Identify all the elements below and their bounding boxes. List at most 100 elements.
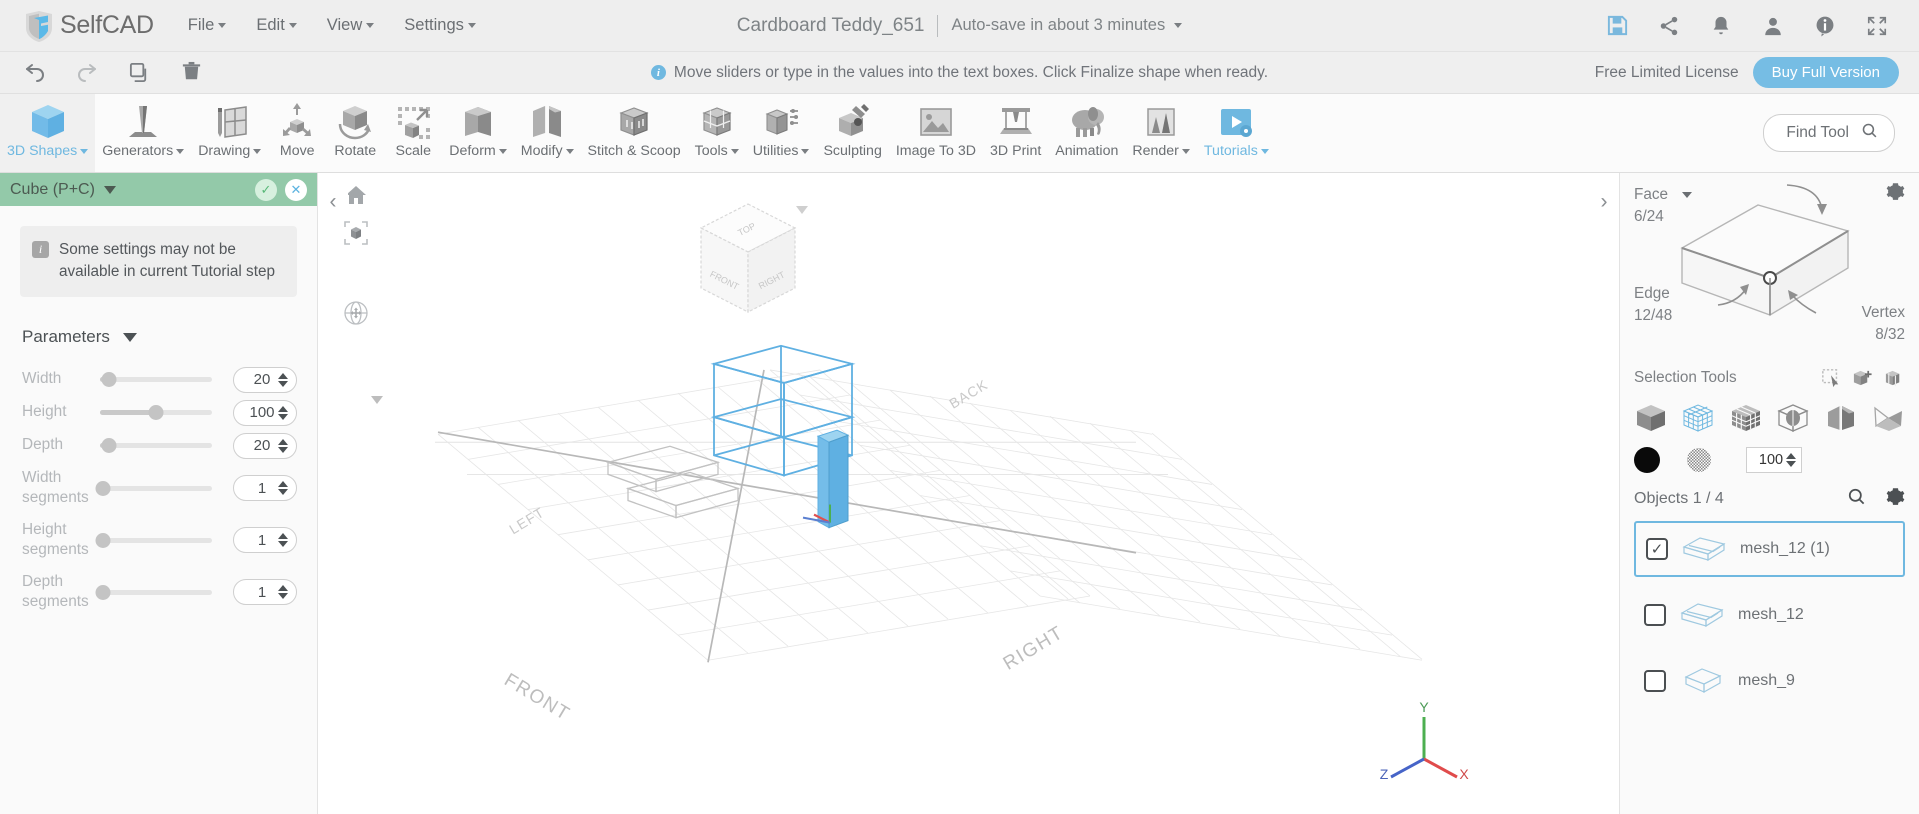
ribbon-tools[interactable]: Tools: [688, 94, 746, 172]
stepper-arrows[interactable]: [278, 481, 288, 496]
slider-thumb[interactable]: [101, 438, 117, 454]
chevron-down-icon[interactable]: [103, 185, 116, 194]
menu-view[interactable]: View: [327, 16, 375, 35]
object-list-item[interactable]: mesh_9: [1634, 653, 1905, 709]
ribbon-scale[interactable]: Scale: [384, 94, 442, 172]
ribbon-move[interactable]: Move: [268, 94, 326, 172]
color-swatch[interactable]: [1634, 447, 1660, 473]
slider-thumb[interactable]: [148, 405, 164, 421]
face-mode-icon[interactable]: [1729, 401, 1763, 435]
depth-segments-slider[interactable]: [95, 582, 212, 602]
app-logo[interactable]: SelfCAD: [22, 9, 154, 43]
confirm-shape-button[interactable]: ✓: [255, 178, 277, 201]
menu-edit[interactable]: Edit: [256, 16, 297, 35]
ribbon-rotate[interactable]: Rotate: [326, 94, 384, 172]
object-checkbox[interactable]: ✓: [1646, 538, 1668, 560]
ribbon-tutorials[interactable]: Tutorials: [1197, 94, 1276, 172]
ribbon-animation[interactable]: Animation: [1048, 94, 1125, 172]
polygon-mode-icon[interactable]: [1871, 401, 1905, 435]
add-selection-icon[interactable]: [1852, 368, 1873, 389]
ribbon-render[interactable]: Render: [1125, 94, 1197, 172]
gear-icon[interactable]: [1886, 487, 1905, 511]
depth-slider[interactable]: [100, 436, 212, 456]
label-back: BACK: [946, 376, 990, 412]
ribbon-modify[interactable]: Modify: [514, 94, 581, 172]
chevron-down-icon[interactable]: [371, 396, 383, 404]
object-checkbox[interactable]: [1644, 670, 1666, 692]
parameters-header[interactable]: Parameters: [22, 327, 317, 347]
opacity-input[interactable]: 100: [1746, 447, 1802, 473]
ribbon-sculpting[interactable]: Sculpting: [816, 94, 888, 172]
rectangle-select-icon[interactable]: [1821, 368, 1841, 388]
object-mode-icon[interactable]: [1634, 401, 1668, 435]
info-icon[interactable]: [1813, 14, 1837, 38]
width-slider[interactable]: [100, 370, 212, 390]
width-segments-input[interactable]: 1: [233, 475, 297, 502]
invert-selection-icon[interactable]: [1884, 368, 1905, 389]
ribbon-drawing[interactable]: Drawing: [191, 94, 268, 172]
ribbon-image-to-3d[interactable]: Image To 3D: [889, 94, 983, 172]
user-account-icon[interactable]: [1761, 14, 1785, 38]
redo-button[interactable]: [74, 60, 100, 86]
ribbon-generators[interactable]: Generators: [95, 94, 191, 172]
height-segments-input[interactable]: 1: [233, 527, 297, 554]
ribbon-stitch-scoop[interactable]: Stitch & Scoop: [581, 94, 688, 172]
ribbon-deform[interactable]: Deform: [442, 94, 514, 172]
notifications-bell-icon[interactable]: [1709, 14, 1733, 38]
save-icon[interactable]: [1605, 14, 1629, 38]
ribbon-3d-shapes[interactable]: 3D Shapes: [0, 94, 96, 172]
fit-to-screen-icon[interactable]: [342, 219, 370, 247]
slider-thumb[interactable]: [95, 584, 111, 600]
stepper-arrows[interactable]: [278, 438, 288, 453]
object-list-item-selected[interactable]: ✓ mesh_12 (1): [1634, 521, 1905, 577]
object-checkbox[interactable]: [1644, 604, 1666, 626]
stepper-arrows[interactable]: [278, 533, 288, 548]
height-segments-slider[interactable]: [95, 530, 212, 550]
texture-ball-icon[interactable]: [1686, 447, 1712, 473]
autosave-status[interactable]: Auto-save in about 3 minutes: [951, 16, 1165, 35]
param-label: Height segments: [22, 520, 89, 559]
info-badge-icon: i: [650, 65, 666, 80]
fullscreen-icon[interactable]: [1865, 14, 1889, 38]
ribbon-3d-print[interactable]: 3D Print: [983, 94, 1048, 172]
find-tool-search[interactable]: Find Tool: [1763, 114, 1895, 152]
orbit-navigation-icon[interactable]: [342, 299, 383, 404]
objects-list: ✓ mesh_12 (1) mesh_12 mesh_9: [1620, 521, 1919, 814]
width-segments-slider[interactable]: [95, 478, 212, 498]
menu-settings[interactable]: Settings: [404, 16, 476, 35]
wireframe-mode-icon[interactable]: [1681, 401, 1715, 435]
chevron-down-icon: [253, 148, 262, 154]
stepper-arrows[interactable]: [278, 405, 288, 420]
cancel-shape-button[interactable]: ✕: [285, 178, 307, 201]
depth-segments-input[interactable]: 1: [233, 579, 297, 606]
height-input[interactable]: 100: [233, 399, 297, 426]
stepper-arrows[interactable]: [278, 372, 288, 387]
stepper-arrows[interactable]: [278, 585, 288, 600]
document-title[interactable]: Cardboard Teddy_651: [737, 15, 925, 37]
slider-thumb[interactable]: [95, 532, 111, 548]
share-icon[interactable]: [1657, 14, 1681, 38]
height-slider[interactable]: [100, 403, 212, 423]
depth-input[interactable]: 20: [233, 432, 297, 459]
sphere-select-icon[interactable]: [1776, 401, 1810, 435]
chevron-down-icon[interactable]: [1174, 23, 1183, 28]
ribbon-label: Render: [1132, 144, 1190, 158]
stepper-arrows[interactable]: [1786, 453, 1796, 467]
slider-thumb[interactable]: [101, 372, 117, 388]
ribbon-label: Tutorials: [1204, 144, 1269, 158]
search-icon[interactable]: [1847, 487, 1866, 511]
undo-button[interactable]: [22, 60, 48, 86]
object-list-item[interactable]: mesh_12: [1634, 587, 1905, 643]
3d-viewport[interactable]: ‹ › TOP FRONT RIGHT LEFT BACK FRONT RIGH…: [318, 173, 1619, 814]
buy-full-version-button[interactable]: Buy Full Version: [1752, 57, 1899, 88]
axis-gizmo[interactable]: Y X Z: [1379, 699, 1470, 789]
menu-file[interactable]: File: [188, 16, 227, 35]
copy-button[interactable]: [126, 60, 152, 86]
width-input[interactable]: 20: [233, 366, 297, 393]
chevron-down-icon[interactable]: [796, 206, 808, 214]
delete-button[interactable]: [178, 60, 204, 86]
slider-thumb[interactable]: [95, 480, 111, 496]
edge-mode-icon[interactable]: [1824, 401, 1858, 435]
search-icon[interactable]: [1861, 122, 1878, 144]
ribbon-utilities[interactable]: Utilities: [746, 94, 817, 172]
